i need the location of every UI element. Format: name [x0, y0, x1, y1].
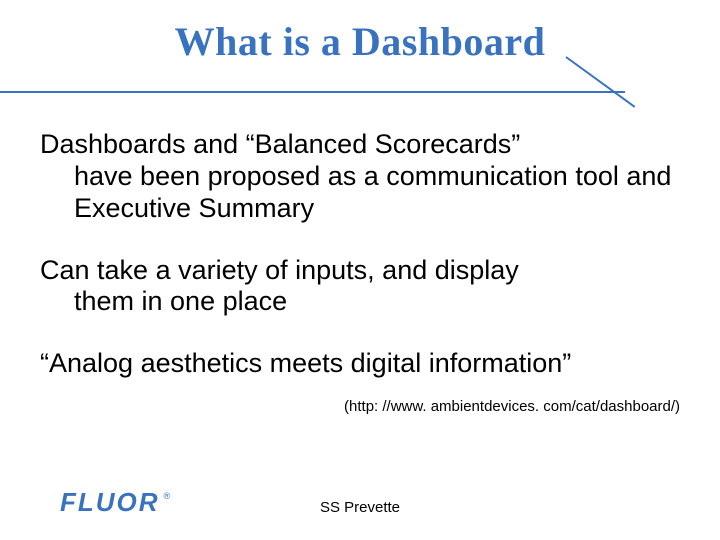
footer-author: SS Prevette: [320, 499, 400, 516]
footer: FLUOR ® SS Prevette: [0, 478, 720, 518]
slide: What is a Dashboard Dashboards and “Bala…: [0, 0, 720, 540]
paragraph-1: Dashboards and “Balanced Scorecards” hav…: [40, 129, 680, 225]
paragraph-3: “Analog aesthetics meets digital informa…: [40, 348, 680, 380]
rule-diagonal: [566, 56, 626, 116]
title-rule: [0, 83, 720, 103]
registered-mark-icon: ®: [164, 491, 171, 501]
paragraph-2-line1: Can take a variety of inputs, and displa…: [40, 255, 519, 285]
logo: FLUOR ®: [60, 487, 170, 518]
paragraph-2: Can take a variety of inputs, and displa…: [40, 255, 680, 319]
rule-mask: [625, 83, 720, 103]
logo-text: FLUOR: [60, 487, 160, 518]
slide-body: Dashboards and “Balanced Scorecards” hav…: [0, 103, 720, 380]
paragraph-1-line1: Dashboards and “Balanced Scorecards”: [40, 129, 520, 159]
paragraph-3-text: “Analog aesthetics meets digital informa…: [40, 348, 571, 378]
paragraph-1-rest: have been proposed as a communication to…: [40, 161, 680, 225]
paragraph-2-rest: them in one place: [40, 286, 680, 318]
citation: (http: //www. ambientdevices. com/cat/da…: [0, 398, 720, 415]
